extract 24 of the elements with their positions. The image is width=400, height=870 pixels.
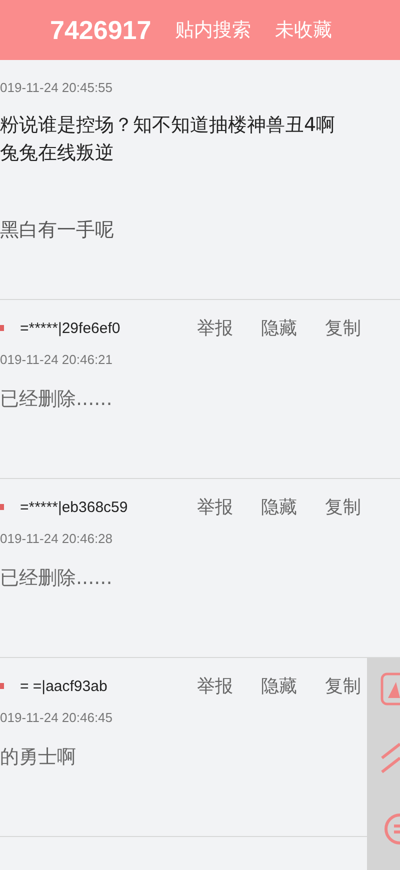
username: =*****|eb368c59 [20,498,129,516]
image-icon[interactable] [380,672,400,706]
post-text: 已经删除...... [0,387,112,412]
post-text: 黑白有一手呢 [0,218,114,243]
post-action-link[interactable]: 隐藏 [261,316,297,340]
post-action-link[interactable]: 隐藏 [261,495,297,519]
post-action-link[interactable]: 举报 [197,316,233,340]
post-text: 已经删除...... [0,566,112,591]
post-time: 019-11-24 20:46:45 [0,710,114,725]
thread-title: 7426917 [50,14,152,46]
post-time: 019-11-24 20:46:28 [0,531,114,546]
username: = =|aacf93ab [20,678,108,694]
username: =*****|29fe6ef0 [20,320,122,336]
post-action-link[interactable]: 复制 [325,674,361,698]
post-action-link[interactable]: 举报 [197,495,233,519]
post-text: 粉说谁是控场？知不知道抽楼神兽丑4啊 [0,113,336,138]
post-action-link[interactable]: 复制 [325,316,361,340]
post-time: 019-11-24 20:46:21 [0,352,114,367]
post-action-link[interactable]: 举报 [197,674,233,698]
post-text: 的勇士啊 [0,745,76,770]
post-text: 兔兔在线叛逆 [0,141,115,166]
post-action-link[interactable]: 隐藏 [261,674,297,698]
post-time: 019-11-24 20:45:55 [0,80,114,95]
post-action-link[interactable]: 复制 [325,495,361,519]
